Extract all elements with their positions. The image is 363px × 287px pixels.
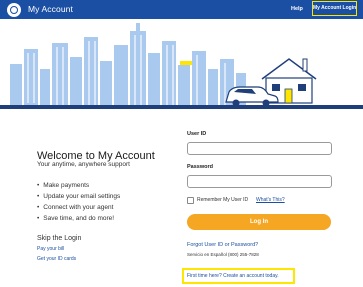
help-link[interactable]: Help [291, 6, 303, 12]
pay-bill-link[interactable]: Pay your bill [37, 246, 64, 252]
skip-login-heading: Skip the Login [37, 235, 82, 242]
get-id-cards-link[interactable]: Get your ID cards [37, 256, 76, 262]
user-id-input[interactable] [187, 142, 332, 155]
user-id-label: User ID [187, 131, 207, 137]
welcome-tagline: Your anytime, anywhere support [37, 161, 130, 168]
list-item: Make payments [37, 180, 120, 191]
feature-list: Make payments Update your email settings… [37, 180, 120, 224]
allstate-logo-icon[interactable] [7, 3, 21, 17]
remember-user-id-label[interactable]: Remember My User ID [197, 197, 248, 203]
remember-user-id-checkbox[interactable] [187, 197, 194, 204]
create-account-link[interactable]: First time here? Create an account today… [187, 273, 279, 279]
my-account-login-link[interactable]: My Account Login [312, 1, 357, 16]
list-item: Update your email settings [37, 191, 120, 202]
password-input[interactable] [187, 175, 332, 188]
app-title: My Account [28, 4, 73, 14]
whats-this-link[interactable]: What's This? [256, 197, 285, 203]
forgot-credentials-link[interactable]: Forgot User ID or Password? [187, 242, 258, 248]
top-header-bar: My Account Help My Account Login [0, 0, 363, 19]
city-skyline-illustration [0, 23, 363, 109]
log-in-button[interactable]: Log In [187, 214, 331, 230]
password-label: Password [187, 164, 213, 170]
spanish-service-phone: Servicio en Español (800) 255-7828 [187, 252, 259, 257]
list-item: Connect with your agent [37, 202, 120, 213]
list-item: Save time, and do more! [37, 213, 120, 224]
hero-illustration [0, 19, 363, 109]
